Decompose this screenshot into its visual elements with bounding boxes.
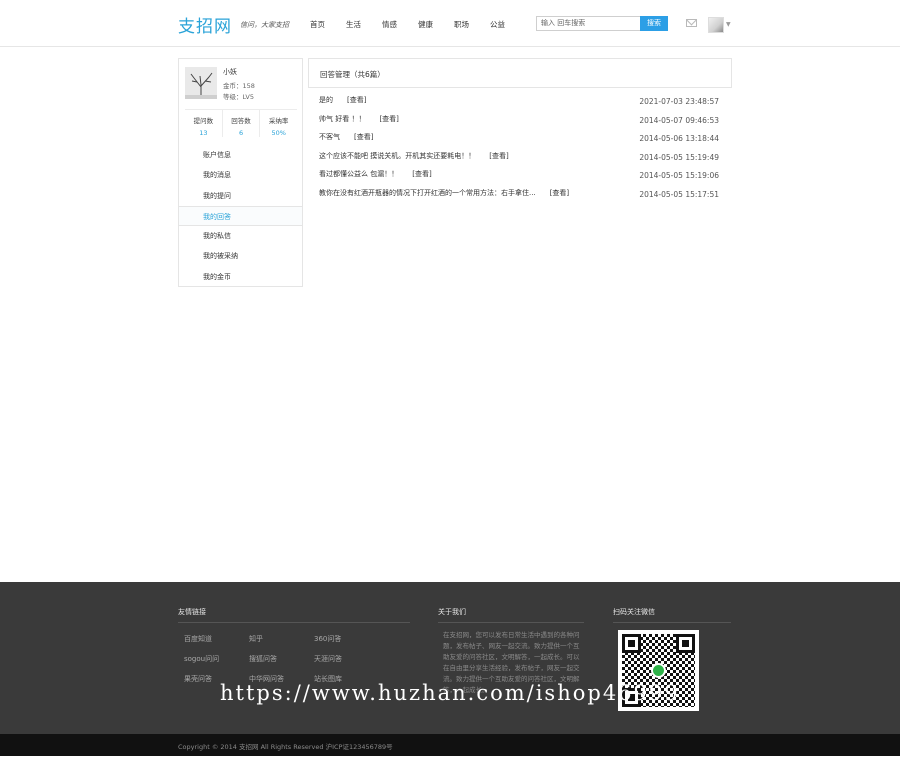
friend-links: 百度知道 知乎 360问答 sogou问问 搜狐问答 天涯问答 果壳问答 中华网… (184, 634, 374, 684)
nav-item-life[interactable]: 生活 (346, 19, 361, 30)
view-link[interactable]: [查看] (347, 96, 366, 104)
nav-item-career[interactable]: 职场 (454, 19, 469, 30)
friend-link[interactable]: 百度知道 (184, 634, 249, 644)
friend-link[interactable]: 天涯问答 (314, 654, 374, 664)
nav-item-emotion[interactable]: 情感 (382, 19, 397, 30)
list-item: 教你在没有红酒开瓶器的情况下打开红酒的一个常用方法：右手拿住... [查看] 20… (319, 188, 719, 207)
friend-link[interactable]: sogou问问 (184, 654, 249, 664)
friend-link[interactable]: 搜狐问答 (249, 654, 314, 664)
answer-text: 是的 (319, 96, 333, 104)
stat-value: 13 (199, 129, 208, 137)
stat-label: 提问数 (193, 117, 214, 125)
copyright-bar: Copyright © 2014 支招网 All Rights Reserved… (0, 734, 900, 756)
sidebar-item-private-messages[interactable]: 我的私信 (179, 226, 302, 246)
profile-avatar (185, 67, 217, 99)
list-item: 是的 [查看] 2021-07-03 23:48:57 (319, 95, 719, 114)
sidebar-item-accepted[interactable]: 我的被采纳 (179, 246, 302, 266)
stat-value: 50% (271, 129, 286, 137)
answers-panel-header: 回答管理（共6篇） (308, 58, 732, 88)
friend-link[interactable]: 知乎 (249, 634, 314, 644)
sidebar-item-account[interactable]: 账户信息 (179, 145, 302, 165)
stat-questions[interactable]: 提问数 13 (185, 110, 223, 137)
mail-icon[interactable] (686, 19, 697, 27)
copyright-text: Copyright © 2014 支招网 All Rights Reserved… (178, 743, 393, 751)
list-item: 这个应该不能吧 摸说关机。开机其实还要耗电！！ [查看] 2014-05-05 1… (319, 151, 719, 170)
qr-finder (622, 634, 641, 653)
stat-answers[interactable]: 回答数 6 (223, 110, 261, 137)
sidebar-item-coins[interactable]: 我的金币 (179, 267, 302, 287)
divider (438, 622, 584, 623)
page-title: 回答管理（共6篇） (320, 70, 385, 79)
sidebar-item-questions[interactable]: 我的提问 (179, 186, 302, 206)
stat-label: 采纳率 (268, 117, 289, 125)
profile-level: 等级：LV5 (223, 93, 254, 101)
sidebar-menu: 账户信息 我的消息 我的提问 我的回答 我的私信 我的被采纳 我的金币 (179, 145, 302, 287)
qr-finder (676, 634, 695, 653)
search-button[interactable]: 搜索 (640, 16, 668, 31)
list-item: 看过都懂公益么 包漏！！ [查看] 2014-05-05 15:19:06 (319, 169, 719, 188)
friend-link[interactable]: 360问答 (314, 634, 374, 644)
chevron-down-icon[interactable]: ▼ (726, 21, 731, 28)
answer-text: 不客气 (319, 133, 340, 141)
answer-text: 帅气 好看 ！！ (319, 114, 366, 123)
sidebar-item-answers[interactable]: 我的回答 (179, 205, 302, 227)
view-link[interactable]: [查看] (412, 170, 431, 178)
stat-value: 6 (238, 129, 244, 137)
wechat-logo-icon (651, 663, 666, 678)
main-nav: 首页 生活 情感 健康 职场 公益 (310, 19, 526, 30)
nav-item-home[interactable]: 首页 (310, 19, 325, 30)
answer-text: 教你在没有红酒开瓶器的情况下打开红酒的一个常用方法：右手拿住... (319, 188, 536, 197)
answer-timestamp: 2014-05-06 13:18:44 (639, 134, 719, 143)
nav-item-charity[interactable]: 公益 (490, 19, 505, 30)
user-avatar[interactable] (708, 17, 724, 33)
view-link[interactable]: [查看] (354, 133, 373, 141)
profile-name: 小妖 (223, 68, 237, 76)
divider (178, 622, 410, 623)
about-title: 关于我们 (438, 608, 466, 616)
answer-timestamp: 2014-05-07 09:46:53 (639, 115, 719, 125)
sidebar-item-messages[interactable]: 我的消息 (179, 165, 302, 185)
site-logo[interactable]: 支招网 (178, 12, 232, 37)
answer-timestamp: 2014-05-05 15:17:51 (639, 189, 719, 199)
nav-item-health[interactable]: 健康 (418, 19, 433, 30)
stat-accept-rate: 采纳率 50% (260, 110, 297, 137)
answer-timestamp: 2014-05-05 15:19:49 (639, 152, 719, 162)
list-item: 帅气 好看 ！！ [查看] 2014-05-07 09:46:53 (319, 114, 719, 133)
site-footer: 友情链接 百度知道 知乎 360问答 sogou问问 搜狐问答 天涯问答 果壳问… (0, 582, 900, 734)
answer-timestamp: 2014-05-05 15:19:06 (639, 171, 719, 180)
search-input[interactable]: 输入 回车搜索 (536, 16, 640, 31)
divider (613, 622, 731, 623)
answer-text: 这个应该不能吧 摸说关机。开机其实还要耗电！！ (319, 151, 476, 160)
profile-stats: 提问数 13 回答数 6 采纳率 50% (185, 109, 297, 137)
answer-timestamp: 2021-07-03 23:48:57 (639, 97, 719, 106)
site-header: 支招网 信问，大家支招 首页 生活 情感 健康 职场 公益 输入 回车搜索 搜索… (0, 0, 900, 47)
list-item: 不客气 [查看] 2014-05-06 13:18:44 (319, 132, 719, 151)
answer-list: 是的 [查看] 2021-07-03 23:48:57 帅气 好看 ！！ [查看] … (319, 95, 719, 206)
user-sidebar: 小妖 金币：158 等级：LV5 提问数 13 回答数 6 采纳率 50% 账户… (178, 58, 303, 287)
watermark-text: https://www.huzhan.com/ishop46999 (220, 681, 680, 705)
friend-links-title: 友情链接 (178, 608, 206, 616)
view-link[interactable]: [查看] (379, 115, 398, 123)
stat-label: 回答数 (231, 117, 251, 125)
answer-text: 看过都懂公益么 包漏！！ (319, 170, 399, 178)
qr-title: 扫码关注微信 (613, 608, 655, 616)
site-slogan: 信问，大家支招 (240, 21, 289, 29)
profile-coins: 金币：158 (223, 82, 255, 90)
view-link[interactable]: [查看] (489, 152, 508, 160)
view-link[interactable]: [查看] (550, 189, 569, 197)
